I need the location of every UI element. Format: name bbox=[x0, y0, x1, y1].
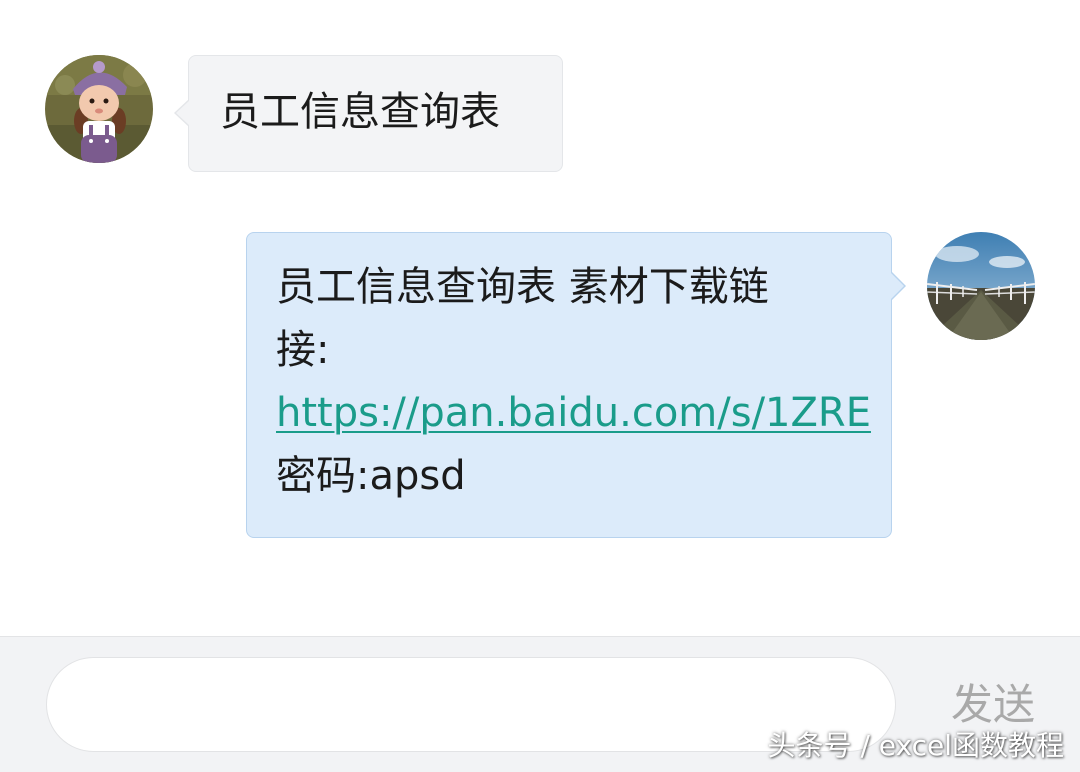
incoming-message-text: 员工信息查询表 bbox=[220, 89, 500, 135]
download-link[interactable]: https://pan.baidu.com/s/1ZRE bbox=[276, 390, 871, 436]
contact-avatar[interactable] bbox=[45, 55, 153, 163]
message-input-bar: 发送 头条号 / excel函数教程 bbox=[0, 636, 1080, 772]
girl-figurine-avatar-icon bbox=[45, 55, 153, 163]
bridge-landscape-avatar-icon bbox=[927, 232, 1035, 340]
chat-area: 员工信息查询表 员工信息查询表 素材下载链 接: https://pan.bai… bbox=[0, 0, 1080, 636]
outgoing-bubble-tail-fill bbox=[890, 272, 904, 300]
outgoing-message-bubble[interactable]: 员工信息查询表 素材下载链 接: https://pan.baidu.com/s… bbox=[246, 232, 892, 538]
watermark: 头条号 / excel函数教程 bbox=[767, 729, 1064, 762]
download-link-line: https://pan.baidu.com/s/1ZRE bbox=[276, 382, 871, 444]
send-button[interactable]: 发送 bbox=[938, 677, 1048, 733]
password-line: 密码:apsd bbox=[276, 453, 466, 499]
outgoing-message-line: 员工信息查询表 素材下载链 bbox=[276, 264, 769, 310]
my-avatar[interactable] bbox=[927, 232, 1035, 340]
outgoing-message-line: 接: bbox=[276, 327, 330, 373]
incoming-message-bubble[interactable]: 员工信息查询表 bbox=[174, 55, 563, 172]
